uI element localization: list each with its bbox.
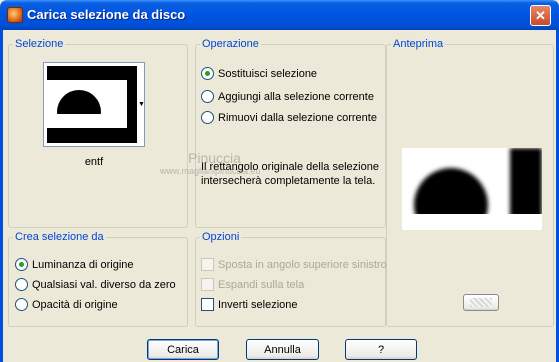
window-title: Carica selezione da disco [27, 7, 186, 22]
checkbox[interactable] [201, 298, 214, 311]
help-button[interactable]: ? [345, 339, 417, 360]
checkerboard-icon [470, 298, 492, 307]
checkbox [201, 258, 214, 271]
close-button[interactable]: ✕ [530, 5, 551, 26]
operation-message-line2: intersecherà completamente la tela. [201, 175, 376, 187]
selection-thumbnail [47, 66, 137, 143]
anteprima-legend: Anteprima [391, 38, 446, 50]
load-button[interactable]: Carica [147, 339, 219, 360]
selection-preview [402, 148, 542, 230]
crea-legend: Crea selezione da [13, 231, 106, 243]
checkbox-label: Sposta in angolo superiore sinistro [218, 258, 387, 271]
checkbox-sposta: Sposta in angolo superiore sinistro [201, 258, 387, 271]
app-icon [7, 7, 23, 23]
radio-opacita[interactable]: Opacità di origine [15, 298, 118, 311]
preview-zoom-button[interactable] [463, 294, 499, 311]
checkbox-label: Inverti selezione [218, 298, 298, 311]
preview-base [402, 214, 542, 230]
radio-label: Rimuovi dalla selezione corrente [218, 111, 377, 124]
radio-label: Aggiungi alla selezione corrente [218, 90, 374, 103]
radio-button[interactable] [15, 258, 28, 271]
radio-button[interactable] [201, 67, 214, 80]
radio-aggiungi[interactable]: Aggiungi alla selezione corrente [201, 90, 374, 103]
checkbox-inverti[interactable]: Inverti selezione [201, 298, 298, 311]
dropdown-arrow-icon[interactable]: ▼ [138, 101, 145, 108]
cancel-button[interactable]: Annulla [246, 339, 319, 360]
radio-qualsiasi[interactable]: Qualsiasi val. diverso da zero [15, 278, 176, 291]
thumbnail-base-area [47, 114, 127, 128]
radio-button[interactable] [201, 111, 214, 124]
radio-rimuovi[interactable]: Rimuovi dalla selezione corrente [201, 111, 377, 124]
checkbox [201, 278, 214, 291]
opzioni-legend: Opzioni [200, 231, 242, 243]
checkbox-espandi: Espandi sulla tela [201, 278, 304, 291]
title-bar[interactable]: Carica selezione da disco ✕ [0, 0, 559, 30]
checkbox-label: Espandi sulla tela [218, 278, 305, 291]
radio-label: Luminanza di origine [32, 258, 134, 271]
preview-black-edge [510, 148, 542, 218]
selection-file-name: entf [84, 156, 104, 168]
radio-label: Opacità di origine [32, 298, 118, 311]
radio-button[interactable] [15, 298, 28, 311]
selezione-legend: Selezione [13, 38, 66, 50]
operazione-legend: Operazione [200, 38, 261, 50]
operation-message-line1: Il rettangolo originale della selezione [201, 161, 379, 173]
radio-label: Sostituisci selezione [218, 67, 318, 80]
radio-button[interactable] [15, 278, 28, 291]
radio-luminanza[interactable]: Luminanza di origine [15, 258, 134, 271]
selection-swatch-dropdown[interactable]: ▼ [43, 62, 145, 147]
radio-button[interactable] [201, 90, 214, 103]
radio-sostituisci[interactable]: Sostituisci selezione [201, 67, 317, 80]
radio-label: Qualsiasi val. diverso da zero [32, 278, 176, 291]
